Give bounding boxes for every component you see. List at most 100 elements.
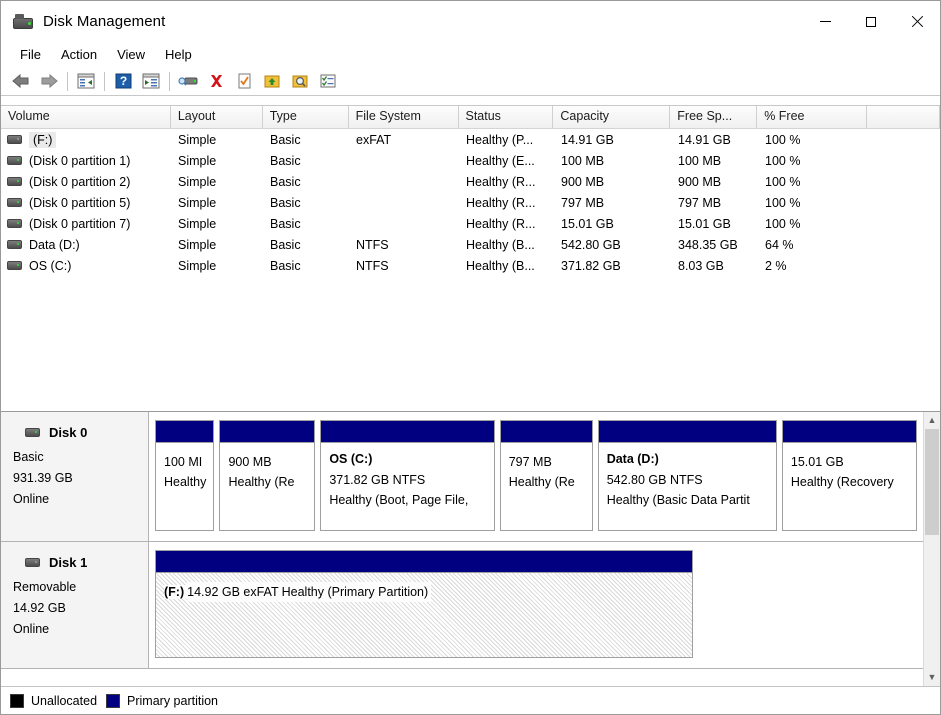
- cell-percent_free: 100 %: [765, 174, 801, 189]
- column-header-free[interactable]: % Free: [757, 106, 868, 128]
- scrollbar-track[interactable]: [924, 429, 940, 669]
- scrollbar-thumb[interactable]: [925, 429, 939, 535]
- column-header-capacity[interactable]: Capacity: [553, 106, 671, 128]
- table-row[interactable]: (Disk 0 partition 2) Simple Basic Healthy (…: [1, 171, 940, 192]
- cell-volume: (Disk 0 partition 5): [1, 196, 171, 210]
- disk-size: 14.92 GB: [13, 601, 66, 615]
- disk-info-panel[interactable]: Disk 1 Removable 14.92 GB Online: [1, 542, 149, 668]
- partition-color-bar: [156, 421, 214, 442]
- partition-details: 900 MB Healthy (Re: [220, 442, 315, 530]
- close-button[interactable]: [894, 1, 940, 42]
- menu-item-action[interactable]: Action: [51, 44, 107, 65]
- rescan-disks-button[interactable]: [174, 69, 202, 94]
- show-hide-action-pane-button[interactable]: [137, 69, 165, 94]
- column-header-status[interactable]: Status: [458, 106, 554, 128]
- cell-status: Healthy (R...: [466, 174, 536, 189]
- volume-table-body[interactable]: (F:) Simple Basic exFAT Healthy (P... 14.91 G…: [1, 129, 940, 411]
- partition-block[interactable]: Data (D:) 542.80 GB NTFS Healthy (Basic Da…: [597, 420, 777, 531]
- table-row[interactable]: OS (C:) Simple Basic NTFS Healthy (B... 371.8…: [1, 255, 940, 276]
- show-hide-console-tree-button[interactable]: [72, 69, 100, 94]
- cell-status: Healthy (R...: [466, 216, 536, 231]
- back-button[interactable]: [7, 69, 35, 94]
- maximize-button[interactable]: [848, 1, 894, 42]
- legend-item: Unallocated: [10, 693, 97, 708]
- cell-type: Basic: [270, 174, 301, 189]
- column-header-file-system[interactable]: File System: [348, 106, 459, 128]
- vertical-scrollbar[interactable]: ▲ ▼: [923, 412, 940, 686]
- menu-item-view[interactable]: View: [107, 44, 155, 65]
- cell-layout: Simple: [178, 195, 217, 210]
- volume-label: (F:): [29, 131, 57, 148]
- menu-bar: File Action View Help: [1, 42, 940, 67]
- search-icon: [292, 75, 308, 88]
- disk-state: Online: [13, 492, 50, 506]
- partition-details: (F:) 14.92 GB exFAT Healthy (Primary Parti…: [156, 572, 693, 657]
- toolbar-separator: [67, 71, 68, 91]
- title-bar: Disk Management: [1, 1, 940, 42]
- partition-block[interactable]: 797 MB Healthy (Re: [499, 420, 593, 531]
- cell-layout: Simple: [178, 174, 217, 189]
- table-row[interactable]: Data (D:) Simple Basic NTFS Healthy (B... 542…: [1, 234, 940, 255]
- search-button[interactable]: [286, 69, 314, 94]
- disk-icon: [7, 219, 22, 228]
- show-hide-action-pane-icon: [142, 73, 160, 89]
- disk-row-disk-0: Disk 0 Basic 931.39 GB Online 100 MI Healthy 9…: [1, 412, 923, 542]
- partition-block[interactable]: 15.01 GB Healthy (Recovery: [781, 420, 917, 531]
- properties-button[interactable]: [230, 69, 258, 94]
- minimize-button[interactable]: [802, 1, 848, 42]
- cell-volume: (Disk 0 partition 2): [1, 175, 171, 189]
- options-button[interactable]: [314, 69, 342, 94]
- help-button[interactable]: ?: [109, 69, 137, 94]
- cell-capacity: 371.82 GB: [561, 258, 621, 273]
- partition-block[interactable]: (F:) 14.92 GB exFAT Healthy (Primary Parti…: [155, 550, 694, 658]
- disk-size: 931.39 GB: [13, 471, 73, 485]
- volume-list-pane: Volume Layout Type File System Status Capacit…: [1, 106, 940, 412]
- column-header-blank[interactable]: [867, 106, 940, 128]
- disk-icon: [25, 428, 40, 437]
- removable-disk-icon: [7, 135, 22, 144]
- extend-volume-button[interactable]: [258, 69, 286, 94]
- disk-title: Disk 1: [25, 555, 148, 570]
- chevron-down-icon: ▼: [927, 672, 937, 682]
- partition-block[interactable]: OS (C:) 371.82 GB NTFS Healthy (Boot, Page…: [320, 420, 495, 531]
- table-row[interactable]: (Disk 0 partition 1) Simple Basic Healthy (…: [1, 150, 940, 171]
- cell-free_space: 100 MB: [678, 153, 722, 168]
- cell-volume: OS (C:): [1, 259, 171, 273]
- partition-size: 797 MB: [508, 455, 552, 469]
- cell-free_space: 14.91 GB: [678, 132, 731, 147]
- column-header-layout[interactable]: Layout: [170, 106, 263, 128]
- forward-button[interactable]: [35, 69, 63, 94]
- scroll-down-button[interactable]: ▼: [924, 669, 940, 686]
- cell-type: Basic: [270, 195, 301, 210]
- cell-capacity: 15.01 GB: [561, 216, 614, 231]
- cell-capacity: 14.91 GB: [561, 132, 614, 147]
- svg-text:?: ?: [119, 74, 126, 88]
- partition-block[interactable]: 100 MI Healthy: [155, 420, 215, 531]
- cell-percent_free: 100 %: [765, 216, 801, 231]
- cell-status: Healthy (R...: [466, 195, 536, 210]
- table-row[interactable]: (F:) Simple Basic exFAT Healthy (P... 14.91 G…: [1, 129, 940, 150]
- cell-volume: Data (D:): [1, 238, 171, 252]
- partition-label: Data (D:): [606, 452, 659, 466]
- legend-item: Primary partition: [106, 693, 218, 708]
- maximize-icon: [866, 16, 876, 27]
- scroll-up-button[interactable]: ▲: [924, 412, 940, 429]
- column-header-type[interactable]: Type: [262, 106, 349, 128]
- delete-volume-button[interactable]: [202, 69, 230, 94]
- menu-item-help[interactable]: Help: [155, 44, 202, 65]
- cell-type: Basic: [270, 258, 301, 273]
- table-row[interactable]: (Disk 0 partition 7) Simple Basic Healthy (…: [1, 213, 940, 234]
- partition-color-bar: [156, 551, 693, 572]
- menu-item-file[interactable]: File: [10, 44, 51, 65]
- disk-icon: [7, 240, 22, 249]
- partition-status: Healthy (Re: [228, 475, 295, 489]
- cell-file_system: NTFS: [356, 237, 389, 252]
- column-header-volume[interactable]: Volume: [1, 106, 171, 128]
- disk-info-panel[interactable]: Disk 0 Basic 931.39 GB Online: [1, 412, 149, 541]
- partition-size: 542.80 GB NTFS: [606, 473, 703, 487]
- column-header-free-sp[interactable]: Free Sp...: [670, 106, 758, 128]
- cell-free_space: 8.03 GB: [678, 258, 724, 273]
- partition-block[interactable]: 900 MB Healthy (Re: [219, 420, 316, 531]
- table-row[interactable]: (Disk 0 partition 5) Simple Basic Healthy (…: [1, 192, 940, 213]
- partition-color-bar: [598, 421, 776, 442]
